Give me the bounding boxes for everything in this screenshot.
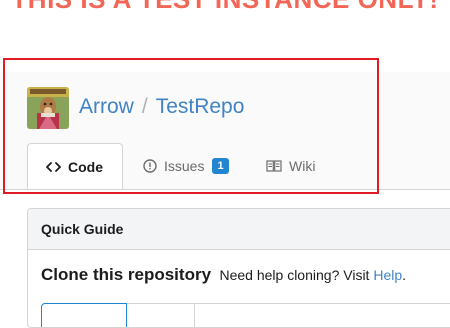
quick-guide-panel: Quick Guide Clone this repository Need h…	[27, 208, 450, 328]
test-instance-banner: THIS IS A TEST INSTANCE ONLY!	[0, 0, 450, 15]
clone-heading: Clone this repository	[41, 265, 212, 284]
clone-help-prefix: Need help cloning? Visit	[219, 267, 370, 283]
help-suffix: .	[402, 267, 407, 283]
quick-guide-title: Quick Guide	[28, 209, 450, 250]
highlight-box	[3, 58, 379, 194]
clone-section: Clone this repository Need help cloning?…	[41, 265, 406, 285]
clone-help-text: Need help cloning? Visit Help.	[219, 267, 406, 283]
help-link[interactable]: Help	[373, 267, 402, 283]
